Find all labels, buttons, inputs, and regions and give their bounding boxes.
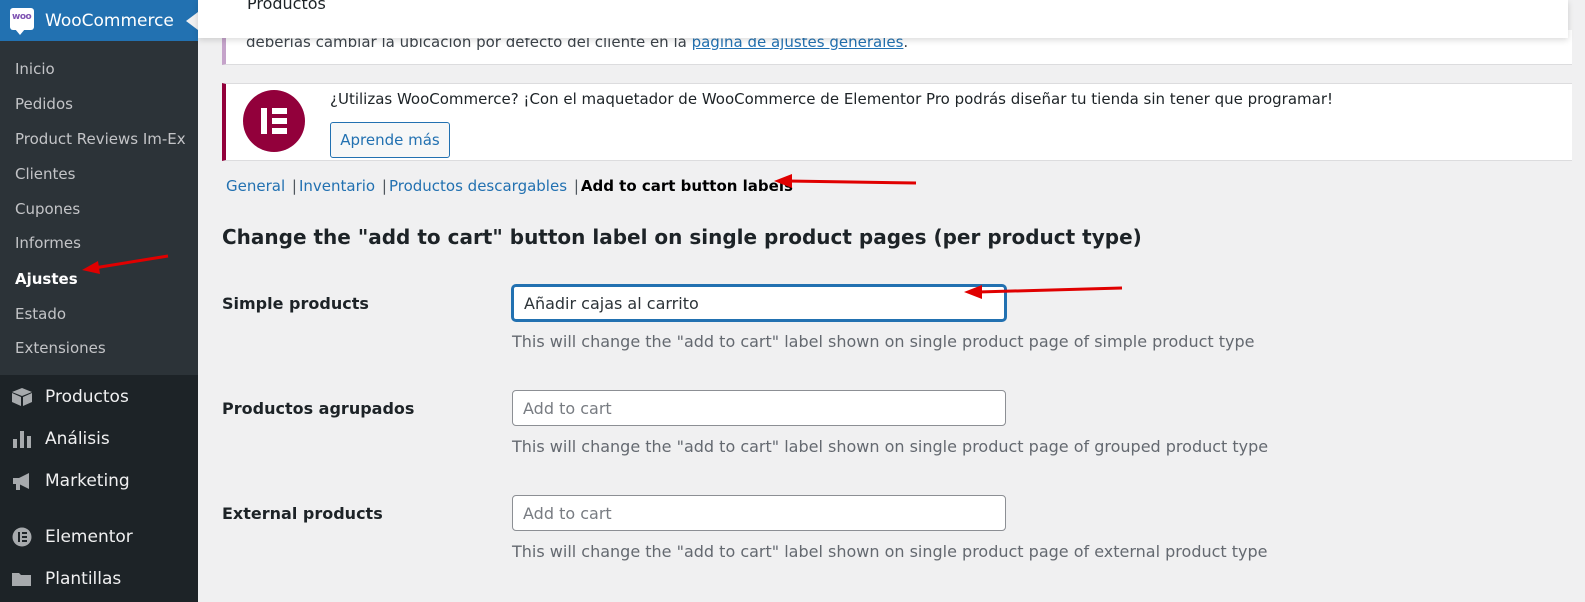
external-products-label: External products: [222, 504, 383, 523]
annotation-arrow-ajustes: [82, 254, 169, 274]
subnav-separator: |: [291, 177, 297, 195]
section-title: Change the "add to cart" button label on…: [222, 225, 1142, 249]
menu-item-plantillas[interactable]: Plantillas: [0, 559, 198, 599]
submenu-item-ajustes[interactable]: Ajustes: [15, 270, 78, 288]
submenu-item-product-reviews[interactable]: Product Reviews Im-Ex: [15, 130, 186, 148]
menu-item-analisis[interactable]: Análisis: [0, 419, 198, 459]
simple-products-label: Simple products: [222, 294, 369, 313]
woocommerce-menu-header[interactable]: woo WooCommerce: [0, 0, 198, 41]
submenu-item-clientes[interactable]: Clientes: [15, 165, 75, 183]
grouped-products-label: Productos agrupados: [222, 399, 415, 418]
submenu-item-informes[interactable]: Informes: [15, 234, 81, 252]
subnav-general[interactable]: General: [226, 177, 285, 195]
admin-sidebar: woo WooCommerce Inicio Pedidos Product R…: [0, 0, 198, 602]
woocommerce-menu-title: WooCommerce: [45, 11, 174, 31]
box-icon: [12, 388, 32, 406]
menu-item-elementor[interactable]: Elementor: [0, 517, 198, 557]
subnav-separator: |: [573, 177, 579, 195]
subnav-separator: |: [381, 177, 387, 195]
subnav-productos-descargables[interactable]: Productos descargables: [389, 177, 567, 195]
subnav-add-to-cart-labels[interactable]: Add to cart button labels: [581, 177, 793, 195]
submenu-item-pedidos[interactable]: Pedidos: [15, 95, 73, 113]
grouped-products-input[interactable]: [512, 390, 1006, 426]
submenu-item-cupones[interactable]: Cupones: [15, 200, 80, 218]
simple-products-input[interactable]: [512, 285, 1006, 321]
menu-item-marketing[interactable]: Marketing: [0, 461, 198, 501]
bar-chart-icon: [13, 431, 31, 448]
simple-products-description: This will change the "add to cart" label…: [512, 332, 1255, 351]
annotation-arrow-input: [964, 285, 1123, 299]
menu-item-productos[interactable]: Productos: [0, 377, 198, 417]
folder-icon: [12, 573, 31, 586]
elementor-promo-text: ¿Utilizas WooCommerce? ¡Con el maquetado…: [330, 90, 1334, 108]
page-header-bar: Productos: [198, 0, 1568, 38]
external-products-description: This will change the "add to cart" label…: [512, 542, 1268, 561]
submenu-item-extensiones[interactable]: Extensiones: [15, 339, 106, 357]
page-title: Productos: [247, 0, 326, 13]
annotation-arrow-subnav: [774, 174, 917, 188]
learn-more-button[interactable]: Aprende más: [330, 122, 450, 158]
grouped-products-description: This will change the "add to cart" label…: [512, 437, 1269, 456]
woocommerce-submenu: Inicio Pedidos Product Reviews Im-Ex Cli…: [0, 41, 198, 375]
active-menu-pointer: [186, 12, 198, 30]
subnav-inventario[interactable]: Inventario: [299, 177, 375, 195]
elementor-logo-icon: [243, 90, 305, 152]
settings-subnav: General | Inventario | Productos descargab…: [226, 177, 793, 195]
woocommerce-logo-icon: woo: [10, 8, 34, 35]
elementor-icon: [12, 527, 32, 547]
submenu-item-inicio[interactable]: Inicio: [15, 60, 55, 78]
external-products-input[interactable]: [512, 495, 1006, 531]
elementor-promo-notice: ¿Utilizas WooCommerce? ¡Con el maquetado…: [222, 83, 1572, 161]
megaphone-icon: [13, 473, 29, 490]
submenu-item-estado[interactable]: Estado: [15, 305, 66, 323]
